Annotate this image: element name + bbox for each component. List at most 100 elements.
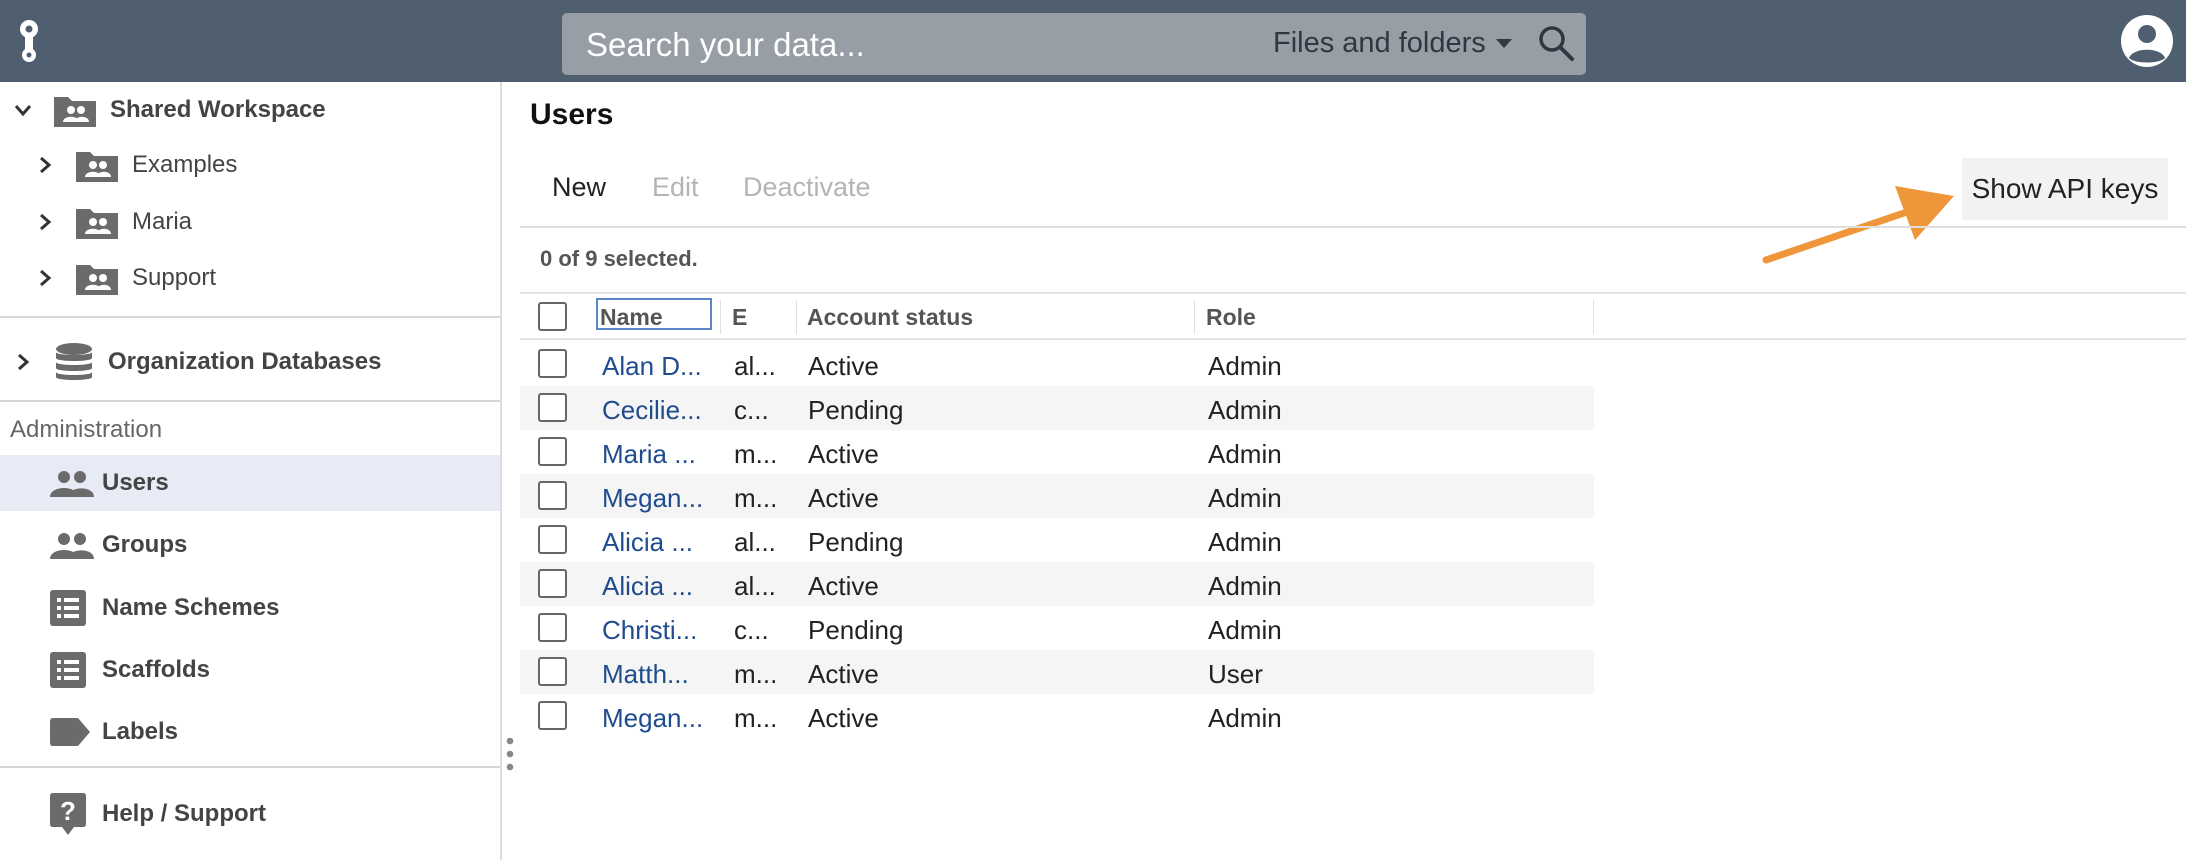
- column-header-role[interactable]: Role: [1206, 304, 1256, 331]
- table-row[interactable]: Megan... m... Active Admin: [520, 474, 1594, 518]
- nav-item-groups[interactable]: Groups: [0, 517, 500, 573]
- user-role: Admin: [1208, 571, 1282, 601]
- user-role: Admin: [1208, 439, 1282, 469]
- user-name-link[interactable]: Cecilie...: [602, 395, 706, 426]
- user-role: Admin: [1208, 483, 1282, 513]
- user-email: m...: [734, 703, 778, 733]
- row-checkbox[interactable]: [538, 393, 567, 422]
- user-role: User: [1208, 659, 1263, 689]
- account-status: Active: [808, 439, 879, 469]
- column-separator[interactable]: [1593, 300, 1594, 334]
- nav-item-help-support[interactable]: ? Help / Support: [0, 786, 500, 842]
- user-name-link[interactable]: Megan...: [602, 483, 706, 514]
- account-status: Pending: [808, 527, 904, 557]
- chevron-down-icon[interactable]: [12, 99, 34, 121]
- new-button[interactable]: New: [552, 172, 606, 203]
- account-icon[interactable]: [2120, 14, 2174, 68]
- row-checkbox[interactable]: [538, 657, 567, 686]
- search-input[interactable]: Search your data...: [586, 26, 865, 64]
- table-row[interactable]: Alan D... al... Active Admin: [520, 342, 1594, 386]
- user-name-link[interactable]: Matth...: [602, 659, 706, 690]
- account-status: Pending: [808, 395, 904, 425]
- row-checkbox[interactable]: [538, 437, 567, 466]
- table-row[interactable]: Alicia ... al... Pending Admin: [520, 518, 1594, 562]
- table-row[interactable]: Alicia ... al... Active Admin: [520, 562, 1594, 606]
- nav-label: Users: [102, 469, 169, 496]
- user-name-link[interactable]: Alicia ...: [602, 527, 706, 558]
- user-email: m...: [734, 439, 778, 469]
- nav-label: Name Schemes: [102, 594, 280, 621]
- tree-organization-databases[interactable]: Organization Databases: [12, 337, 381, 387]
- svg-text:?: ?: [60, 796, 76, 826]
- users-icon: [50, 469, 96, 497]
- tree-label: Examples: [132, 151, 238, 178]
- selection-count: 0 of 9 selected.: [540, 246, 698, 271]
- row-checkbox[interactable]: [538, 525, 567, 554]
- nav-item-users[interactable]: Users: [0, 455, 500, 511]
- user-email: al...: [734, 351, 776, 381]
- table-row[interactable]: Cecilie... c... Pending Admin: [520, 386, 1594, 430]
- user-email: c...: [734, 615, 769, 645]
- chevron-right-icon[interactable]: [34, 154, 56, 176]
- shared-folder-icon: [76, 209, 118, 239]
- column-header-name[interactable]: Name: [600, 304, 663, 331]
- table-row[interactable]: Maria ... m... Active Admin: [520, 430, 1594, 474]
- row-checkbox[interactable]: [538, 349, 567, 378]
- chevron-down-icon[interactable]: [1496, 39, 1512, 48]
- column-separator[interactable]: [796, 300, 797, 334]
- tree-maria[interactable]: Maria: [34, 197, 192, 247]
- user-email: m...: [734, 483, 778, 513]
- search-icon[interactable]: [1536, 23, 1576, 63]
- divider: [0, 766, 500, 768]
- account-status: Active: [808, 483, 879, 513]
- sidebar-resize-handle[interactable]: [506, 736, 514, 772]
- user-email: m...: [734, 659, 778, 689]
- account-status: Active: [808, 571, 879, 601]
- account-status: Pending: [808, 615, 904, 645]
- tree-label: Organization Databases: [108, 348, 382, 375]
- search-bar: Search your data... Files and folders: [562, 13, 1586, 75]
- main-panel: Users New Edit Deactivate Show API keys …: [520, 82, 2186, 860]
- app-logo-icon[interactable]: [14, 18, 44, 64]
- user-name-link[interactable]: Megan...: [602, 703, 706, 734]
- user-name-link[interactable]: Christi...: [602, 615, 706, 646]
- tree-label: Support: [132, 264, 217, 291]
- top-bar: Search your data... Files and folders: [0, 0, 2186, 82]
- select-all-checkbox[interactable]: [538, 302, 567, 331]
- search-scope-dropdown[interactable]: Files and folders: [1273, 27, 1486, 60]
- row-checkbox[interactable]: [538, 701, 567, 730]
- nav-label: Help / Support: [102, 800, 266, 827]
- tree-examples[interactable]: Examples: [34, 140, 237, 190]
- user-name-link[interactable]: Maria ...: [602, 439, 706, 470]
- nav-label: Groups: [102, 531, 188, 558]
- label-icon: [50, 718, 96, 746]
- row-checkbox[interactable]: [538, 569, 567, 598]
- chevron-right-icon[interactable]: [34, 211, 56, 233]
- column-header-email[interactable]: E: [732, 304, 747, 331]
- column-separator[interactable]: [720, 300, 721, 334]
- user-name-link[interactable]: Alan D...: [602, 351, 706, 382]
- show-api-keys-button[interactable]: Show API keys: [1962, 158, 2168, 220]
- user-name-link[interactable]: Alicia ...: [602, 571, 706, 602]
- table-row[interactable]: Christi... c... Pending Admin: [520, 606, 1594, 650]
- user-role: Admin: [1208, 351, 1282, 381]
- nav-item-scaffolds[interactable]: Scaffolds: [0, 642, 500, 698]
- shared-folder-icon: [54, 97, 96, 127]
- nav-item-name-schemes[interactable]: Name Schemes: [0, 580, 500, 636]
- column-separator[interactable]: [1194, 300, 1195, 334]
- table-row[interactable]: Megan... m... Active Admin: [520, 694, 1594, 738]
- user-role: Admin: [1208, 615, 1282, 645]
- chevron-right-icon[interactable]: [12, 351, 34, 373]
- account-status: Active: [808, 659, 879, 689]
- deactivate-button[interactable]: Deactivate: [743, 172, 871, 203]
- chevron-right-icon[interactable]: [34, 267, 56, 289]
- tree-support[interactable]: Support: [34, 253, 216, 303]
- tree-shared-workspace[interactable]: Shared Workspace: [12, 85, 326, 135]
- table-row[interactable]: Matth... m... Active User: [520, 650, 1594, 694]
- row-checkbox[interactable]: [538, 613, 567, 642]
- row-checkbox[interactable]: [538, 481, 567, 510]
- column-header-account-status[interactable]: Account status: [807, 304, 973, 331]
- edit-button[interactable]: Edit: [652, 172, 699, 203]
- nav-item-labels[interactable]: Labels: [0, 704, 500, 760]
- account-status: Active: [808, 703, 879, 733]
